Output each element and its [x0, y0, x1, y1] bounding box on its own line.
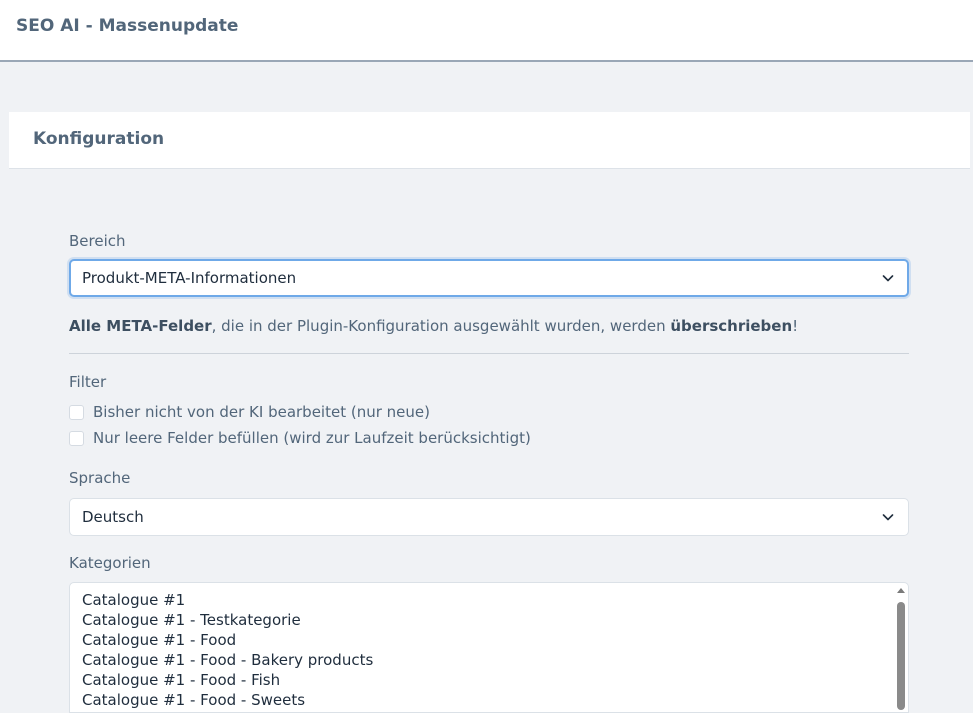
list-item[interactable]: Catalogue #1 - Testkategorie — [82, 610, 373, 630]
chevron-down-icon — [882, 275, 894, 282]
list-item[interactable]: Catalogue #1 - Food - Bakery products — [82, 650, 373, 670]
bereich-select[interactable]: Produkt-META-Informationen — [69, 259, 909, 297]
overwrite-notice: Alle META-Felder, die in der Plugin-Konf… — [69, 317, 798, 335]
notice-middle: , die in der Plugin-Konfiguration ausgew… — [211, 317, 671, 335]
card-title: Konfiguration — [33, 129, 165, 149]
checkbox-empty-fields[interactable] — [69, 430, 84, 446]
filter-option-empty-fields[interactable]: Nur leere Felder befüllen (wird zur Lauf… — [69, 428, 531, 448]
sprache-select-value: Deutsch — [82, 508, 144, 526]
configuration-card: Konfiguration Bereich Produkt-META-Infor… — [9, 112, 970, 713]
top-bar: SEO AI - Massenupdate — [0, 0, 973, 62]
kategorien-label: Kategorien — [69, 554, 151, 572]
filter-label: Filter — [69, 373, 107, 391]
list-item[interactable]: Catalogue #1 — [82, 590, 373, 610]
card-header: Konfiguration — [9, 112, 970, 169]
notice-end: ! — [792, 317, 799, 335]
scroll-up-arrow-icon[interactable] — [897, 588, 905, 593]
filter-option-not-processed[interactable]: Bisher nicht von der KI bearbeitet (nur … — [69, 402, 430, 422]
checkbox-not-processed[interactable] — [69, 404, 84, 420]
sprache-label: Sprache — [69, 469, 131, 487]
notice-bold-end: überschrieben — [670, 317, 793, 335]
listbox-scrollbar[interactable] — [896, 585, 906, 712]
list-item[interactable]: Catalogue #1 - Food - Sweets — [82, 690, 373, 710]
chevron-down-icon — [882, 514, 894, 521]
list-item[interactable]: Catalogue #1 - Food - Fish — [82, 670, 373, 690]
divider — [69, 353, 909, 354]
filter-option-label: Bisher nicht von der KI bearbeitet (nur … — [93, 403, 430, 421]
scroll-thumb[interactable] — [897, 602, 905, 710]
sprache-select[interactable]: Deutsch — [69, 498, 909, 536]
list-item[interactable]: Catalogue #1 - Food — [82, 630, 373, 650]
kategorien-listbox[interactable]: Catalogue #1 Catalogue #1 - Testkategori… — [69, 582, 909, 713]
bereich-select-value: Produkt-META-Informationen — [82, 269, 297, 287]
page-title: SEO AI - Massenupdate — [16, 16, 239, 36]
notice-bold-start: Alle META-Felder — [69, 317, 212, 335]
filter-option-label: Nur leere Felder befüllen (wird zur Lauf… — [93, 429, 531, 447]
kategorien-list: Catalogue #1 Catalogue #1 - Testkategori… — [82, 590, 373, 710]
bereich-label: Bereich — [69, 232, 126, 250]
